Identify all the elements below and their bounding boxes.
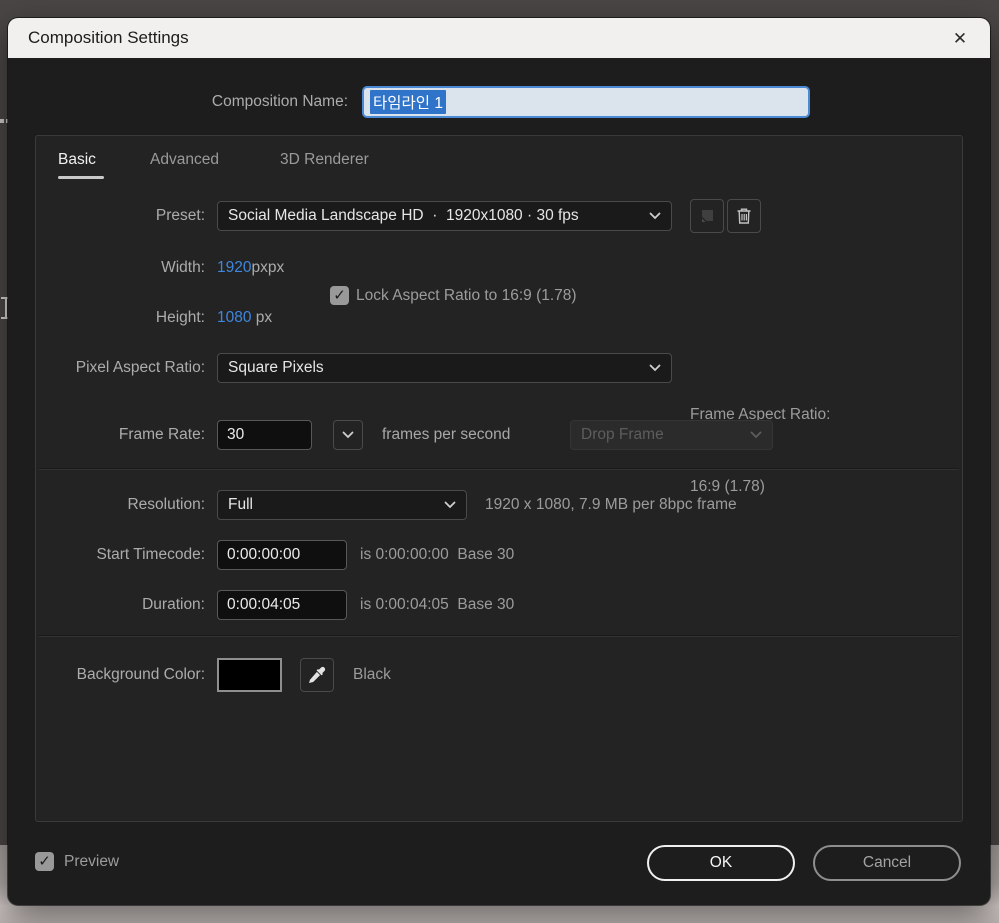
separator	[39, 468, 959, 470]
duration-info: is 0:00:04:05 Base 30	[360, 596, 515, 613]
pixel-aspect-ratio-label: Pixel Aspect Ratio:	[75, 359, 205, 376]
start-timecode-label: Start Timecode:	[96, 546, 205, 563]
height-value[interactable]: 1080	[217, 309, 251, 326]
close-icon: ✕	[952, 29, 968, 48]
pixel-aspect-ratio-dropdown[interactable]: Square Pixels	[217, 353, 672, 383]
width-label: Width:	[161, 259, 205, 276]
chevron-down-icon	[649, 212, 661, 220]
preset-dropdown[interactable]: Social Media Landscape HD · 1920x1080 · …	[217, 201, 672, 231]
drop-frame-dropdown: Drop Frame	[570, 420, 773, 450]
composition-name-label: Composition Name:	[211, 93, 348, 110]
preview-checkbox[interactable]: ✓	[35, 852, 54, 871]
duration-input[interactable]: 0:00:04:05	[217, 590, 347, 620]
width-row: 1920pxpx	[217, 259, 285, 276]
start-timecode-input[interactable]: 0:00:00:00	[217, 540, 347, 570]
chevron-down-icon	[649, 364, 661, 372]
composition-name-input[interactable]: 타임라인 1	[362, 86, 810, 118]
tab-advanced[interactable]: Advanced	[150, 148, 219, 172]
chevron-down-icon	[444, 501, 456, 509]
drop-frame-value: Drop Frame	[581, 426, 664, 443]
tab-3d-renderer[interactable]: 3D Renderer	[280, 148, 369, 172]
delete-preset-button[interactable]	[727, 199, 761, 233]
frames-per-second-label: frames per second	[382, 426, 511, 443]
eyedropper-button[interactable]	[300, 658, 334, 692]
height-label: Height:	[155, 309, 205, 326]
resolution-dropdown[interactable]: Full	[217, 490, 467, 520]
eyedropper-icon	[309, 666, 326, 683]
save-preset-button[interactable]	[690, 199, 724, 233]
check-icon: ✓	[38, 853, 51, 870]
background-color-swatch[interactable]	[217, 658, 282, 692]
composition-settings-dialog: Composition Settings ✕ Composition Name:…	[8, 18, 990, 905]
background-color-label: Background Color:	[76, 666, 205, 683]
trash-icon	[737, 208, 751, 224]
cancel-button[interactable]: Cancel	[813, 845, 961, 881]
pixel-aspect-ratio-value: Square Pixels	[228, 359, 324, 376]
width-value[interactable]: 1920	[217, 259, 251, 276]
duration-label: Duration:	[142, 596, 205, 613]
check-icon: ✓	[333, 287, 346, 304]
frame-rate-label: Frame Rate:	[118, 426, 205, 443]
tab-basic[interactable]: Basic	[58, 148, 96, 172]
height-row: 1080 px	[217, 303, 272, 333]
dialog-title: Composition Settings	[28, 28, 189, 47]
preset-value: Social Media Landscape HD · 1920x1080 · …	[228, 207, 579, 224]
ok-button[interactable]: OK	[647, 845, 795, 881]
preset-label: Preset:	[155, 207, 205, 224]
height-unit: px	[255, 309, 273, 326]
lock-aspect-label: Lock Aspect Ratio to 16:9 (1.78)	[356, 287, 577, 304]
start-timecode-info: is 0:00:00:00 Base 30	[360, 546, 515, 563]
close-button[interactable]: ✕	[946, 25, 974, 53]
background-color-name: Black	[353, 666, 391, 683]
preview-label: Preview	[64, 853, 120, 870]
frame-rate-dropdown-button[interactable]	[333, 420, 363, 450]
title-bar: Composition Settings ✕	[8, 18, 990, 58]
resolution-info: 1920 x 1080, 7.9 MB per 8bpc frame	[485, 496, 737, 513]
separator	[39, 635, 959, 637]
frame-rate-input[interactable]: 30	[217, 420, 312, 450]
chevron-down-icon	[342, 431, 354, 439]
background-artifact-icon	[0, 119, 4, 123]
resolution-label: Resolution:	[127, 496, 205, 513]
chevron-down-icon	[750, 431, 762, 439]
lock-aspect-checkbox[interactable]: ✓	[330, 286, 349, 305]
width-unit: px	[251, 259, 268, 276]
selected-text: 타임라인 1	[370, 90, 446, 114]
save-preset-icon	[702, 210, 713, 222]
tab-basic-underline	[58, 176, 104, 179]
resolution-value: Full	[228, 496, 253, 513]
